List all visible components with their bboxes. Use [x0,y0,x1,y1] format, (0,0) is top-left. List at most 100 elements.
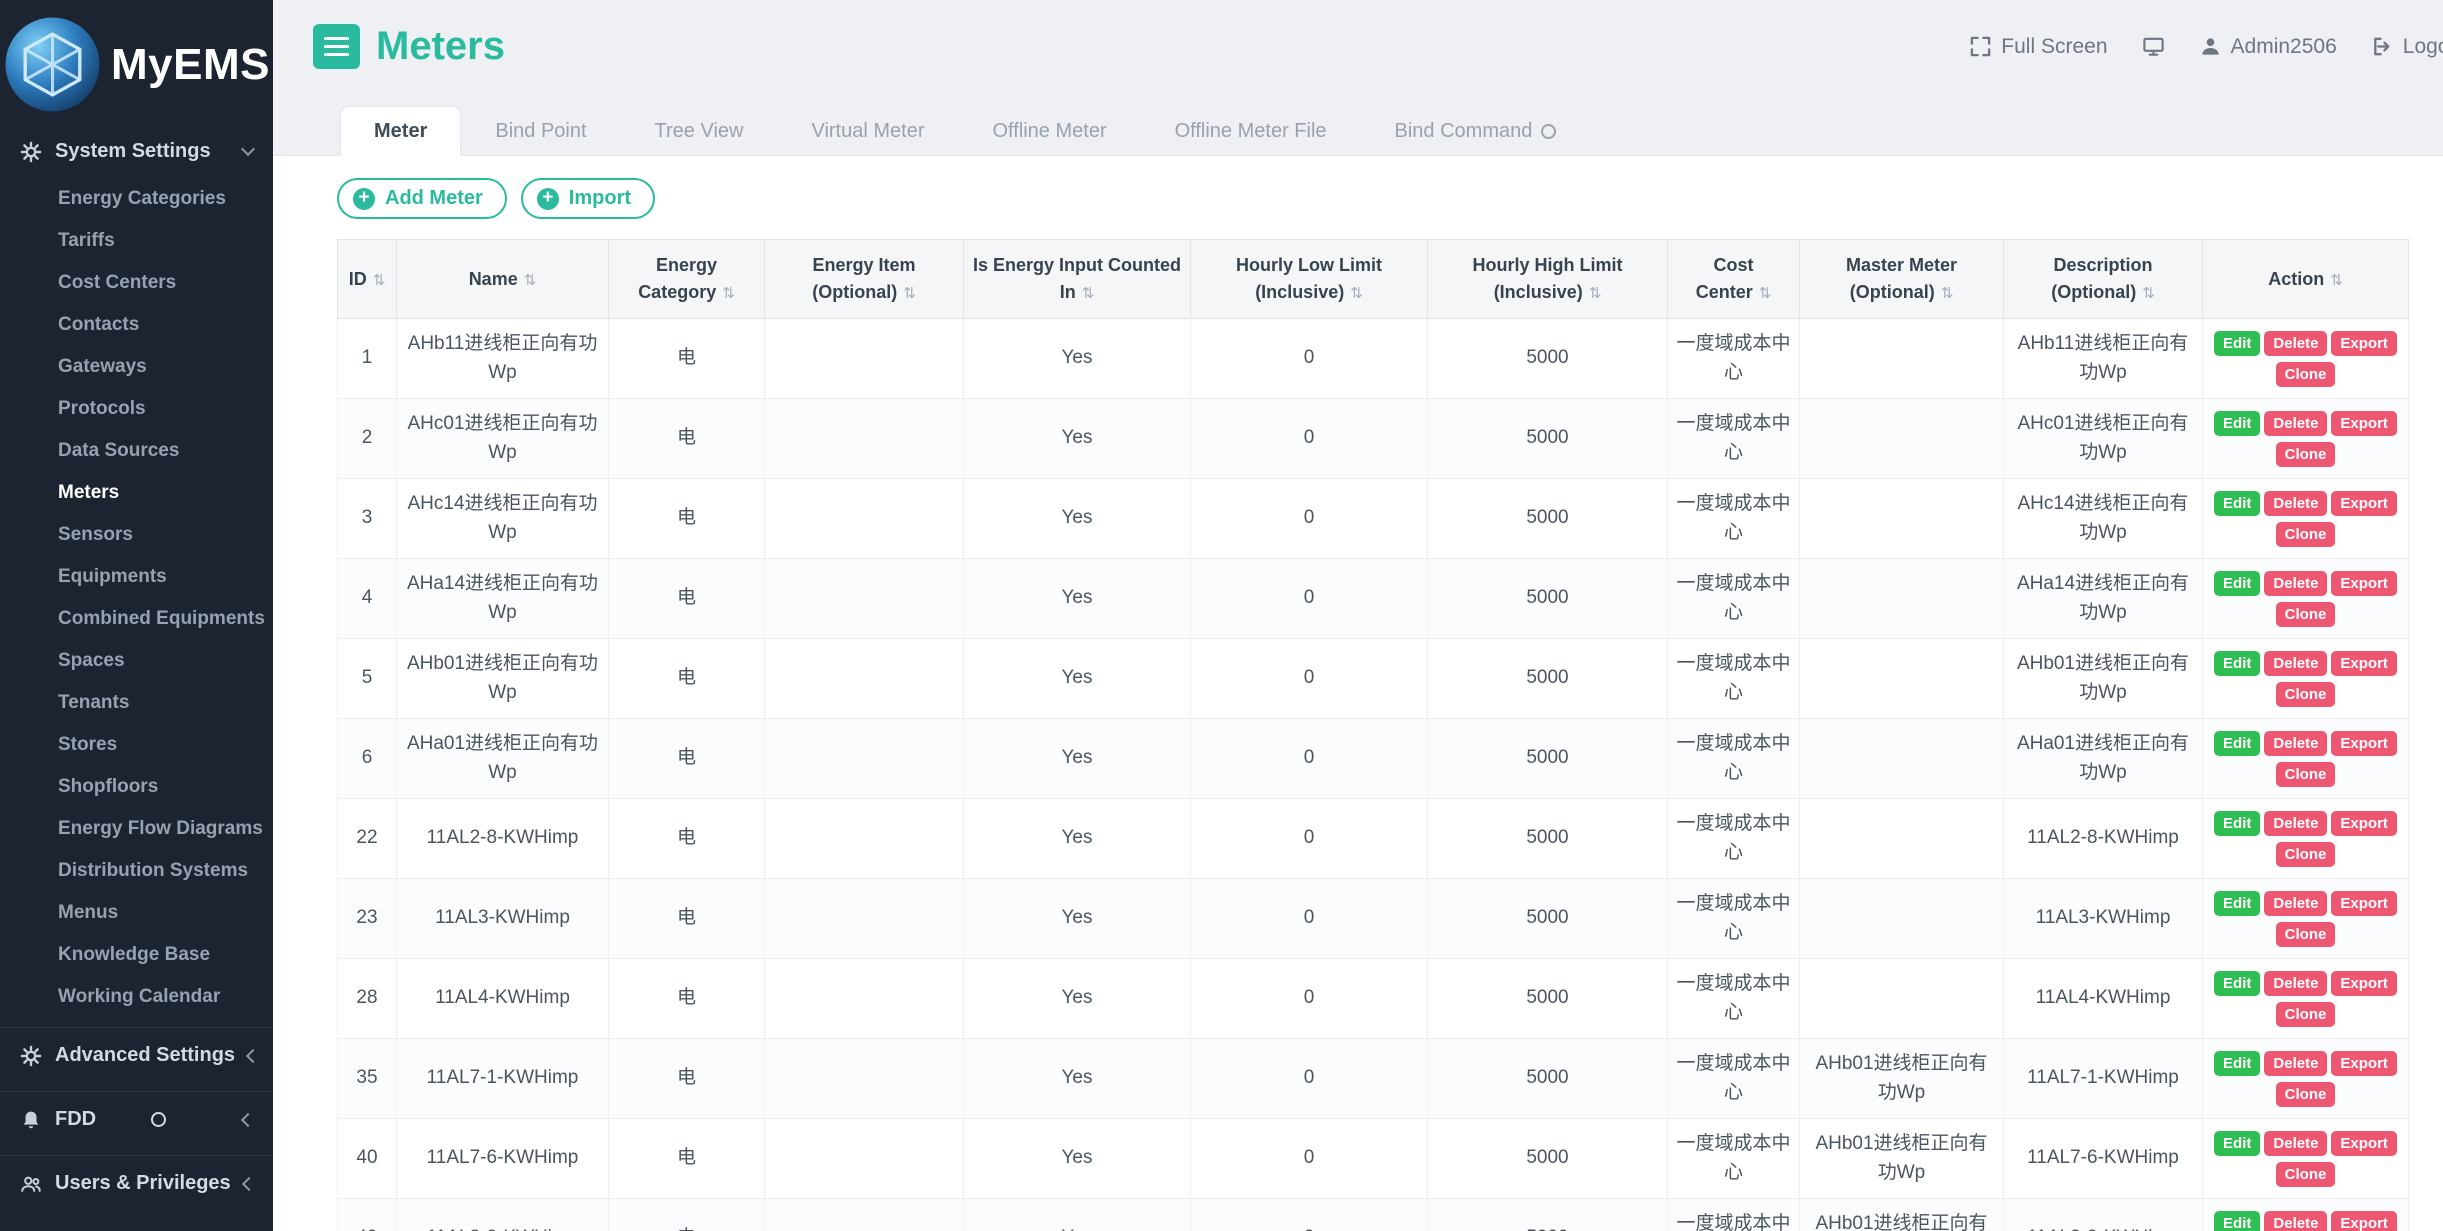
edit-button[interactable]: Edit [2214,651,2260,676]
tab-bind-command[interactable]: Bind Command [1361,106,1591,156]
edit-button[interactable]: Edit [2214,411,2260,436]
column-header-action[interactable]: Action⇅ [2203,240,2409,319]
tab-offline-meter-file[interactable]: Offline Meter File [1141,106,1361,156]
sidebar-item-data-sources[interactable]: Data Sources [0,430,273,472]
sort-icon[interactable]: ⇅ [524,271,537,289]
sidebar-item-menus[interactable]: Menus [0,892,273,934]
sidebar-item-cost-centers[interactable]: Cost Centers [0,262,273,304]
column-header-is-energy-input-counted-in[interactable]: Is Energy Input Counted In⇅ [964,240,1191,319]
clone-button[interactable]: Clone [2276,362,2336,387]
clone-button[interactable]: Clone [2276,1082,2336,1107]
delete-button[interactable]: Delete [2264,1051,2327,1076]
sidebar-section-users-privileges[interactable]: Users & Privileges [0,1155,273,1210]
delete-button[interactable]: Delete [2264,731,2327,756]
edit-button[interactable]: Edit [2214,571,2260,596]
tab-offline-meter[interactable]: Offline Meter [958,106,1140,156]
clone-button[interactable]: Clone [2276,602,2336,627]
sidebar-item-combined-equipments[interactable]: Combined Equipments [0,598,273,640]
column-header-hourly-low-limit-inclusive[interactable]: Hourly Low Limit (Inclusive)⇅ [1191,240,1428,319]
column-header-hourly-high-limit-inclusive[interactable]: Hourly High Limit (Inclusive)⇅ [1428,240,1668,319]
sidebar-item-sensors[interactable]: Sensors [0,514,273,556]
sidebar-item-contacts[interactable]: Contacts [0,304,273,346]
tab-meter[interactable]: Meter [340,106,461,156]
edit-button[interactable]: Edit [2214,971,2260,996]
edit-button[interactable]: Edit [2214,811,2260,836]
delete-button[interactable]: Delete [2264,651,2327,676]
sort-icon[interactable]: ⇅ [903,284,916,302]
sort-icon[interactable]: ⇅ [373,271,386,289]
edit-button[interactable]: Edit [2214,1131,2260,1156]
sidebar-section-system-settings[interactable]: System Settings [0,125,273,178]
sort-icon[interactable]: ⇅ [1941,284,1954,302]
column-header-name[interactable]: Name⇅ [397,240,609,319]
clone-button[interactable]: Clone [2276,762,2336,787]
edit-button[interactable]: Edit [2214,1051,2260,1076]
sort-icon[interactable]: ⇅ [1589,284,1602,302]
sidebar-item-protocols[interactable]: Protocols [0,388,273,430]
edit-button[interactable]: Edit [2214,731,2260,756]
sidebar-item-gateways[interactable]: Gateways [0,346,273,388]
delete-button[interactable]: Delete [2264,571,2327,596]
sidebar-item-energy-categories[interactable]: Energy Categories [0,178,273,220]
sidebar-item-shopfloors[interactable]: Shopfloors [0,766,273,808]
column-header-energy-item-optional[interactable]: Energy Item (Optional)⇅ [765,240,964,319]
export-button[interactable]: Export [2331,571,2397,596]
sort-icon[interactable]: ⇅ [1759,284,1772,302]
sidebar-item-tariffs[interactable]: Tariffs [0,220,273,262]
tab-tree-view[interactable]: Tree View [621,106,778,156]
clone-button[interactable]: Clone [2276,842,2336,867]
edit-button[interactable]: Edit [2214,331,2260,356]
column-header-master-meter-optional[interactable]: Master Meter (Optional)⇅ [1800,240,2004,319]
column-header-energy-category[interactable]: Energy Category⇅ [609,240,765,319]
export-button[interactable]: Export [2331,411,2397,436]
export-button[interactable]: Export [2331,651,2397,676]
edit-button[interactable]: Edit [2214,891,2260,916]
delete-button[interactable]: Delete [2264,811,2327,836]
delete-button[interactable]: Delete [2264,971,2327,996]
delete-button[interactable]: Delete [2264,491,2327,516]
clone-button[interactable]: Clone [2276,442,2336,467]
delete-button[interactable]: Delete [2264,891,2327,916]
sidebar-item-stores[interactable]: Stores [0,724,273,766]
logout-button[interactable]: Logout [2371,35,2443,59]
sidebar-item-energy-flow-diagrams[interactable]: Energy Flow Diagrams [0,808,273,850]
sort-icon[interactable]: ⇅ [2330,271,2343,289]
user-menu[interactable]: Admin2506 [2199,35,2337,59]
delete-button[interactable]: Delete [2264,411,2327,436]
sort-icon[interactable]: ⇅ [2142,284,2155,302]
clone-button[interactable]: Clone [2276,1162,2336,1187]
delete-button[interactable]: Delete [2264,1131,2327,1156]
column-header-description-optional[interactable]: Description (Optional)⇅ [2004,240,2203,319]
export-button[interactable]: Export [2331,1131,2397,1156]
tab-bind-point[interactable]: Bind Point [461,106,620,156]
sidebar-item-equipments[interactable]: Equipments [0,556,273,598]
sidebar-item-distribution-systems[interactable]: Distribution Systems [0,850,273,892]
add-meter-button[interactable]: + Add Meter [337,178,507,219]
clone-button[interactable]: Clone [2276,682,2336,707]
sidebar-section-fdd[interactable]: FDD [0,1091,273,1146]
edit-button[interactable]: Edit [2214,1211,2260,1231]
sidebar-item-spaces[interactable]: Spaces [0,640,273,682]
clone-button[interactable]: Clone [2276,522,2336,547]
export-button[interactable]: Export [2331,1211,2397,1231]
tab-virtual-meter[interactable]: Virtual Meter [777,106,958,156]
export-button[interactable]: Export [2331,491,2397,516]
sidebar-item-working-calendar[interactable]: Working Calendar [0,976,273,1018]
sidebar-section-advanced-settings[interactable]: Advanced Settings [0,1027,273,1082]
sort-icon[interactable]: ⇅ [1350,284,1363,302]
clone-button[interactable]: Clone [2276,922,2336,947]
sidebar-item-tenants[interactable]: Tenants [0,682,273,724]
export-button[interactable]: Export [2331,731,2397,756]
export-button[interactable]: Export [2331,891,2397,916]
brand[interactable]: MyEMS [0,0,273,125]
sidebar-toggle-button[interactable] [313,24,360,69]
display-button[interactable] [2142,35,2165,58]
sidebar-item-meters[interactable]: Meters [0,472,273,514]
import-button[interactable]: + Import [521,178,655,219]
export-button[interactable]: Export [2331,331,2397,356]
sort-icon[interactable]: ⇅ [722,284,735,302]
sidebar-item-knowledge-base[interactable]: Knowledge Base [0,934,273,976]
delete-button[interactable]: Delete [2264,331,2327,356]
export-button[interactable]: Export [2331,1051,2397,1076]
sort-icon[interactable]: ⇅ [1082,284,1095,302]
